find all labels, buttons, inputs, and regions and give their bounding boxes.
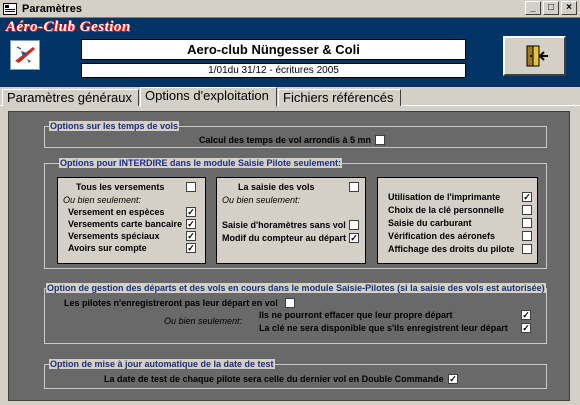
test-date-label: La date de test de chaque pilote sera ce… xyxy=(104,374,444,384)
flight-entry-checkbox[interactable] xyxy=(349,182,359,192)
app-title: Aéro-Club Gestion xyxy=(6,19,131,35)
personal-key-label: Choix de la clé personnelle xyxy=(388,205,505,215)
flight-or-only-label: Ou bien seulement: xyxy=(222,195,301,205)
printer-use-checkbox[interactable]: ✓ xyxy=(522,192,532,202)
tab-options-exploitation[interactable]: Options d'exploitation xyxy=(140,87,277,107)
key-availability-label: La clé ne sera disponible que s'ils enre… xyxy=(259,323,508,333)
minimize-button[interactable]: _ xyxy=(525,1,541,15)
aircraft-check-label: Vérification des aéronefs xyxy=(388,231,496,241)
window-titlebar: Paramètres _ □ × xyxy=(0,0,580,18)
options-area: Options sur les temps de vols Calcul des… xyxy=(8,111,570,401)
maximize-button[interactable]: □ xyxy=(543,1,559,15)
form-icon xyxy=(3,2,17,15)
aircraft-check-checkbox[interactable] xyxy=(522,231,532,241)
tab-fichiers-references[interactable]: Fichiers référencés xyxy=(278,89,401,106)
pilot-rights-label: Affichage des droits du pilote xyxy=(388,244,515,254)
payment-special-label: Versements spéciaux xyxy=(68,231,160,241)
group-test-date-title: Option de mise à jour automatique de la … xyxy=(49,359,275,369)
all-payments-label: Tous les versements xyxy=(76,182,165,192)
window-controls: _ □ × xyxy=(525,1,577,15)
printer-use-label: Utilisation de l'imprimante xyxy=(388,192,501,202)
own-departure-checkbox[interactable]: ✓ xyxy=(521,310,531,320)
no-departure-record-checkbox[interactable] xyxy=(285,298,295,308)
hourmeter-entry-label: Saisie d'horamètres sans vol xyxy=(222,220,346,230)
payment-special-checkbox[interactable]: ✓ xyxy=(186,231,196,241)
fuel-entry-label: Saisie du carburant xyxy=(388,218,472,228)
pilot-rights-checkbox[interactable] xyxy=(522,244,532,254)
test-date-checkbox[interactable]: ✓ xyxy=(448,374,458,384)
payment-credit-label: Avoirs sur compte xyxy=(68,243,147,253)
group-departs-title: Option de gestion des départs et des vol… xyxy=(46,283,546,293)
form-header: Aéro-Club Gestion Aero-club Nüngesser & … xyxy=(0,18,580,87)
round-times-label: Calcul des temps de vol arrondis à 5 mn xyxy=(199,135,372,145)
exit-button[interactable] xyxy=(503,36,566,76)
window-title: Paramètres xyxy=(22,2,82,15)
payment-cash-checkbox[interactable]: ✓ xyxy=(186,207,196,217)
all-payments-checkbox[interactable] xyxy=(186,182,196,192)
payment-credit-checkbox[interactable]: ✓ xyxy=(186,243,196,253)
counter-modify-label: Modif du compteur au départ xyxy=(222,233,347,243)
club-name-field: Aero-club Nüngesser & Coli xyxy=(81,39,466,60)
airplane-logo-icon xyxy=(10,40,40,70)
hourmeter-entry-checkbox[interactable] xyxy=(349,220,359,230)
key-availability-checkbox[interactable]: ✓ xyxy=(521,323,531,333)
round-times-checkbox[interactable] xyxy=(375,135,385,145)
payment-card-label: Versements carte bancaire xyxy=(68,219,183,229)
exit-door-icon xyxy=(526,45,548,67)
accounting-period-field: 1/01du 31/12 - écritures 2005 xyxy=(81,63,466,78)
personal-key-checkbox[interactable] xyxy=(522,205,532,215)
tab-parametres-generaux[interactable]: Paramètres généraux xyxy=(2,89,139,106)
no-departure-record-label: Les pilotes n'enregistreront pas leur dé… xyxy=(64,298,278,308)
payments-or-only-label: Ou bien seulement: xyxy=(63,195,142,205)
group-vol-times-title: Options sur les temps de vols xyxy=(49,121,180,131)
flight-entry-label: La saisie des vols xyxy=(238,182,315,192)
departs-or-only-label: Ou bien seulement: xyxy=(164,316,243,326)
tab-panel: Options sur les temps de vols Calcul des… xyxy=(0,106,580,405)
payment-card-checkbox[interactable]: ✓ xyxy=(186,219,196,229)
tab-strip: Paramètres généraux Options d'exploitati… xyxy=(0,87,580,107)
payment-cash-label: Versement en espèces xyxy=(68,207,165,217)
own-departure-label: Ils ne pourront effacer que leur propre … xyxy=(259,310,453,320)
counter-modify-checkbox[interactable]: ✓ xyxy=(349,233,359,243)
fuel-entry-checkbox[interactable] xyxy=(522,218,532,228)
close-button[interactable]: × xyxy=(561,1,577,15)
group-interdire-title: Options pour INTERDIRE dans le module Sa… xyxy=(59,158,343,168)
